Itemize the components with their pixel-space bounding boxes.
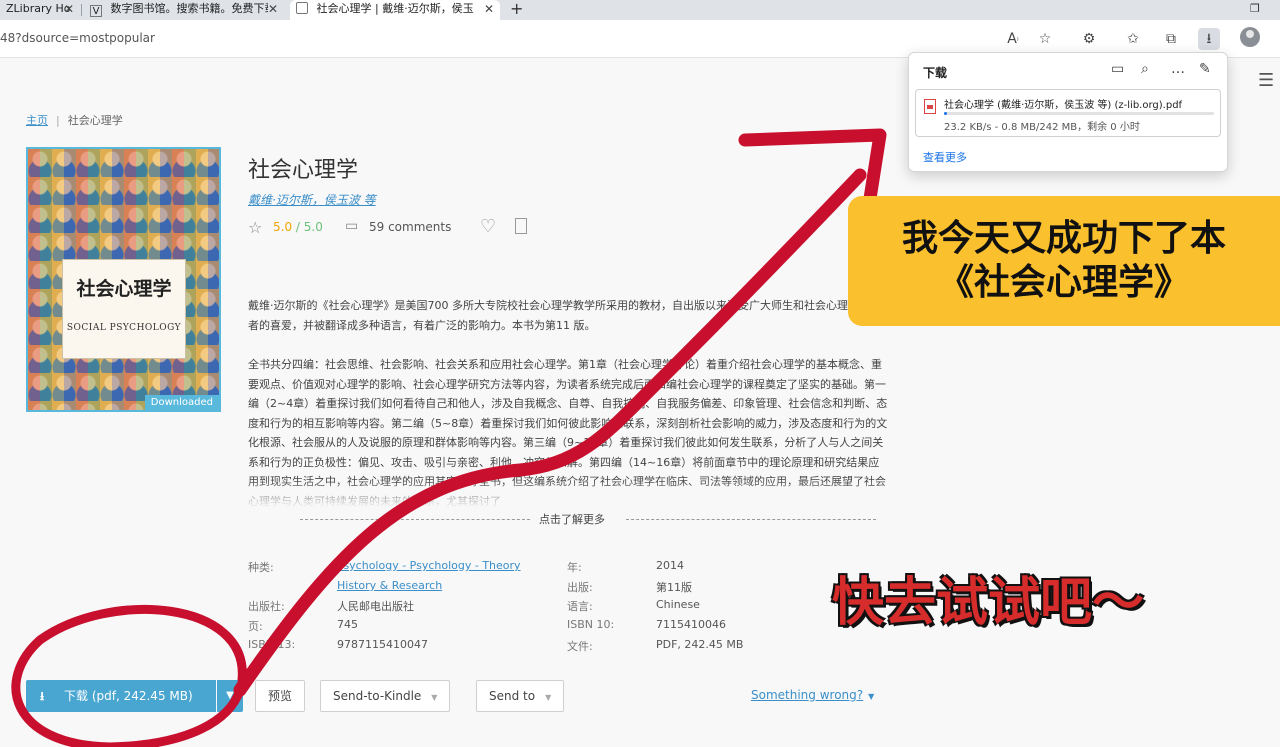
send-to-label: Send to <box>489 689 536 703</box>
menu-icon[interactable]: ☰ <box>1258 70 1274 91</box>
isbn13-value: 9787115410047 <box>337 638 428 651</box>
page-icon <box>296 2 308 14</box>
new-tab-icon[interactable]: + <box>510 0 523 18</box>
chevron-down-icon: ▼ <box>868 692 875 701</box>
read-more-link[interactable]: 点击了解更多 <box>539 511 605 527</box>
send-to-kindle-button[interactable]: Send-to-Kindle ▼ <box>320 680 451 712</box>
file-label: 文件: <box>567 640 593 653</box>
try-it-caption: 快去试试吧～ <box>832 573 1145 633</box>
downloaded-badge: Downloaded <box>144 395 219 410</box>
callout-banner: 我今天又成功下了本 《社会心理学》 <box>848 196 1280 326</box>
download-icon: ⭳ <box>40 689 45 703</box>
download-button-label: 下载 (pdf, 242.45 MB) <box>64 689 193 703</box>
pages-label: 页: <box>248 620 263 633</box>
year-value: 2014 <box>656 559 684 572</box>
book-cover[interactable]: 社会心理学 SOCIAL PSYCHOLOGY Downloaded <box>26 147 221 412</box>
cover-title-cn: 社会心理学 <box>76 278 172 300</box>
breadcrumb-home[interactable]: 主页 <box>26 114 48 127</box>
comment-icon[interactable]: ▭ <box>345 218 358 234</box>
star-icon[interactable]: ☆ <box>248 218 262 237</box>
preview-button[interactable]: 预览 <box>255 680 306 712</box>
download-icon[interactable]: ⭳ <box>1198 28 1220 50</box>
report-problem-label: Something wrong? <box>751 688 864 702</box>
cover-title-en: SOCIAL PSYCHOLOGY <box>66 323 182 333</box>
language-value: Chinese <box>656 598 700 611</box>
edition-value: 第11版 <box>656 581 692 594</box>
close-icon[interactable]: ✕ <box>64 0 74 18</box>
description-fade <box>248 480 888 508</box>
tab-digital-library[interactable]: V 数字图书馆。搜索书籍。免费下载 ✕ <box>84 0 284 20</box>
callout-line: 我今天又成功下了本 <box>901 218 1226 259</box>
download-status: 23.2 KB/s - 0.8 MB/242 MB，剩余 0 小时 <box>944 122 1140 133</box>
tab-title: 社会心理学 | 戴维·迈尔斯，侯玉 <box>316 2 474 15</box>
tab-title: ZLibrary Ho <box>6 2 71 15</box>
url-input[interactable]: 48?dsource=mostpopular <box>0 31 155 45</box>
category-label: 种类: <box>248 561 274 574</box>
read-aloud-icon[interactable]: A⁾ <box>1002 28 1024 50</box>
downloads-title: 下载 <box>923 66 948 80</box>
breadcrumb-current: 社会心理学 <box>67 114 123 127</box>
description-paragraph: 戴维·迈尔斯的《社会心理学》是美国700 多所大专院校社会心理学教学所采用的教材… <box>248 299 881 332</box>
restore-window-icon[interactable]: ❐ <box>1250 0 1260 18</box>
category-link[interactable]: History & Research <box>337 579 442 592</box>
category-link[interactable]: Psychology - Psychology - Theory <box>337 559 521 572</box>
bookmark-icon[interactable] <box>515 218 527 234</box>
report-problem-link[interactable]: Something wrong? ▼ <box>751 688 874 702</box>
close-icon[interactable]: ✕ <box>267 0 278 18</box>
download-item[interactable]: 社会心理学 (戴维·迈尔斯，侯玉波 等) (z-lib.org).pdf 23.… <box>915 89 1221 137</box>
chevron-down-icon: ▼ <box>545 693 552 702</box>
download-progress <box>944 112 1214 115</box>
tab-bar: ZLibrary Ho ✕ V 数字图书馆。搜索书籍。免费下载 ✕ 社会心理学 … <box>0 0 1280 20</box>
divider <box>300 519 530 520</box>
rating: 5.0 / 5.0 <box>273 220 323 234</box>
pin-icon[interactable]: ✎ <box>1199 61 1211 77</box>
profile-icon[interactable] <box>1240 27 1260 47</box>
isbn13-label: ISBN 13: <box>248 638 296 651</box>
breadcrumb: 主页 | 社会心理学 <box>26 112 123 128</box>
see-more-link[interactable]: 查看更多 <box>923 149 967 165</box>
v-icon: V <box>90 5 102 17</box>
downloads-panel: 下载 ▭ ⌕ … ✎ 社会心理学 (戴维·迈尔斯，侯玉波 等) (z-lib.o… <box>908 52 1228 172</box>
edition-label: 出版: <box>567 581 593 594</box>
pdf-file-icon <box>924 99 936 114</box>
book-authors[interactable]: 戴维·迈尔斯，侯玉波 等 <box>248 191 376 208</box>
close-icon[interactable]: ✕ <box>483 0 494 18</box>
download-progress-fill <box>944 112 947 115</box>
download-file-name: 社会心理学 (戴维·迈尔斯，侯玉波 等) (z-lib.org).pdf <box>944 100 1183 111</box>
isbn10-value: 7115410046 <box>656 618 726 631</box>
tab-zlibrary[interactable]: ZLibrary Ho ✕ <box>0 0 80 20</box>
tab-social-psychology[interactable]: 社会心理学 | 戴维·迈尔斯，侯玉 ✕ <box>290 0 500 20</box>
chevron-down-icon: ▼ <box>431 693 438 702</box>
publisher-value: 人民邮电出版社 <box>337 600 414 613</box>
year-label: 年: <box>567 561 582 574</box>
send-to-kindle-label: Send-to-Kindle <box>333 689 422 703</box>
isbn10-label: ISBN 10: <box>567 618 615 631</box>
more-options-icon[interactable]: … <box>1171 61 1185 77</box>
divider <box>626 519 876 520</box>
file-value: PDF, 242.45 MB <box>656 638 744 651</box>
language-label: 语言: <box>567 600 593 613</box>
favorite-add-icon[interactable]: ☆ <box>1034 28 1056 50</box>
book-title: 社会心理学 <box>248 158 359 183</box>
pages-value: 745 <box>337 618 358 631</box>
download-options-caret[interactable]: ▼ <box>217 680 243 712</box>
collections-icon[interactable]: ⧉ <box>1160 28 1182 50</box>
favorites-icon[interactable]: ✩ <box>1122 28 1144 50</box>
tab-divider <box>81 4 82 16</box>
comments-count[interactable]: 59 comments <box>369 220 451 234</box>
tab-title: 数字图书馆。搜索书籍。免费下载 <box>110 2 276 15</box>
send-to-button[interactable]: Send to ▼ <box>476 680 565 712</box>
heart-icon[interactable]: ♡ <box>480 216 496 237</box>
search-icon[interactable]: ⌕ <box>1141 61 1149 77</box>
rating-value: 5.0 <box>273 220 293 234</box>
extensions-icon[interactable]: ⚙ <box>1078 28 1100 50</box>
callout-line: 《社会心理学》 <box>937 262 1190 303</box>
cover-title-panel: 社会心理学 SOCIAL PSYCHOLOGY <box>62 259 186 359</box>
arrow-circle <box>11 604 247 747</box>
folder-icon[interactable]: ▭ <box>1111 61 1124 77</box>
rating-max: / 5.0 <box>295 220 323 234</box>
publisher-label: 出版社: <box>248 600 285 613</box>
download-button[interactable]: ⭳ 下载 (pdf, 242.45 MB) <box>26 680 216 712</box>
breadcrumb-separator: | <box>56 114 60 127</box>
